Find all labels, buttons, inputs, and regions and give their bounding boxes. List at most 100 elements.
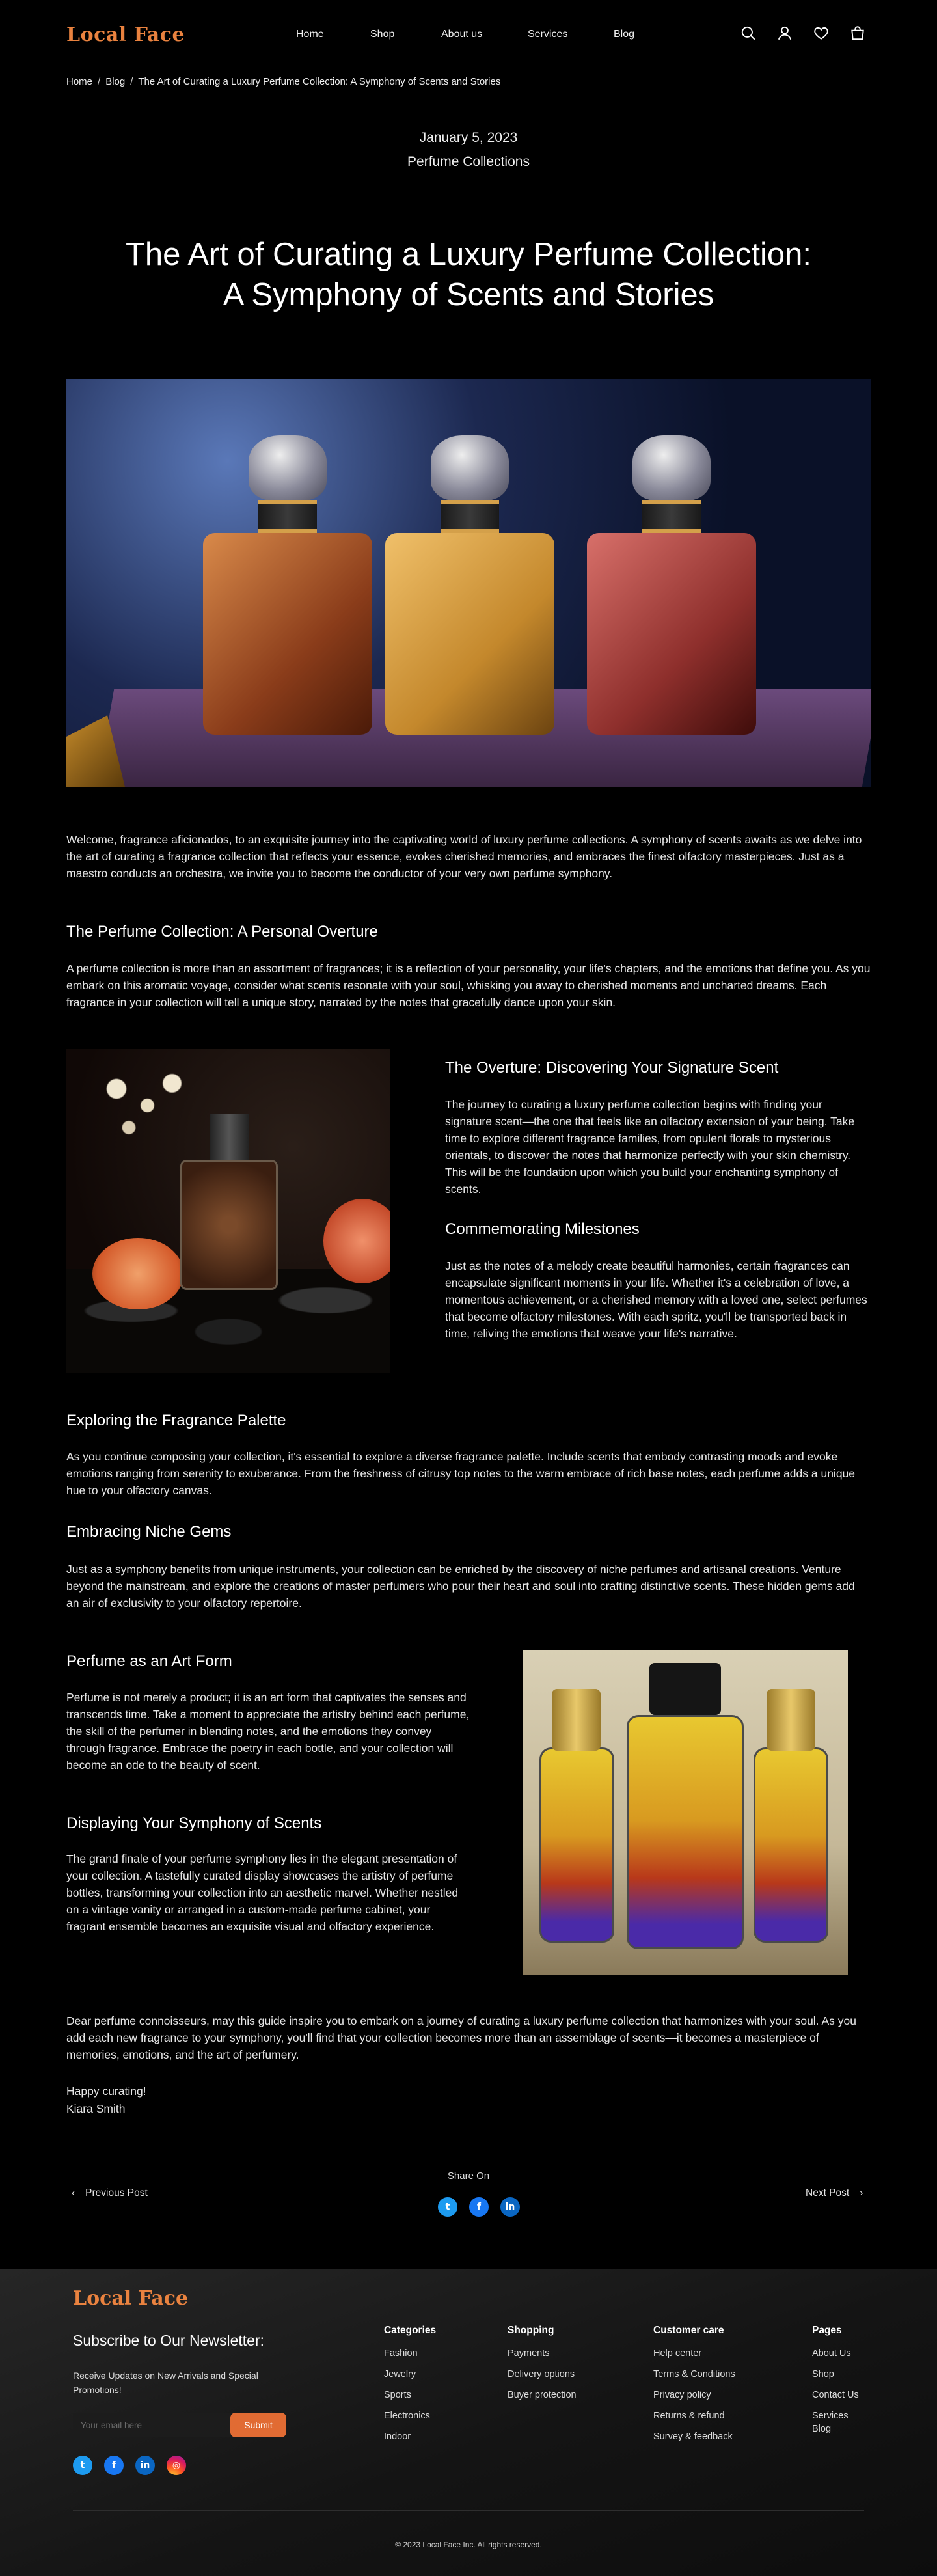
breadcrumb-blog[interactable]: Blog: [105, 76, 125, 87]
nav-shop[interactable]: Shop: [370, 29, 394, 40]
footer-col-title: Pages: [812, 2325, 842, 2336]
image-orange: [92, 1238, 183, 1309]
image-flowers: [79, 1056, 203, 1166]
image-bottle: [627, 1715, 744, 1949]
breadcrumb-separator: /: [130, 76, 133, 87]
hero-bottle-neck: [258, 500, 317, 533]
header-icons: [739, 23, 867, 43]
share-label: Share On: [447, 2171, 490, 2182]
breadcrumb-home[interactable]: Home: [66, 76, 92, 87]
linkedin-icon[interactable]: in: [135, 2456, 155, 2475]
breadcrumb: Home / Blog / The Art of Curating a Luxu…: [66, 76, 500, 87]
footer-link[interactable]: Contact Us: [812, 2385, 864, 2405]
post-signoff: Happy curating!: [66, 2085, 146, 2098]
footer-link[interactable]: Help center: [653, 2343, 735, 2364]
site-header: Local Face Home Shop About us Services B…: [0, 0, 937, 72]
footer-col-pages: Pages About Us Shop Contact Us Services …: [812, 2325, 864, 2435]
image-bottle-cap: [210, 1114, 249, 1160]
footer-logo[interactable]: Local Face: [73, 2287, 188, 2310]
heart-icon[interactable]: [812, 23, 830, 43]
post-title: The Art of Curating a Luxury Perfume Col…: [78, 234, 859, 315]
nav-about-us[interactable]: About us: [441, 29, 506, 40]
site-logo[interactable]: Local Face: [66, 23, 185, 46]
breadcrumb-current: The Art of Curating a Luxury Perfume Col…: [138, 76, 501, 87]
post-title-line2: A Symphony of Scents and Stories: [223, 277, 714, 312]
perfume-citrus-image: [66, 1049, 390, 1373]
twitter-icon[interactable]: t: [73, 2456, 92, 2475]
post-closing: Dear perfume connoisseurs, may this guid…: [66, 2014, 856, 2061]
footer-link[interactable]: Blog: [812, 2422, 864, 2435]
section-text-display: The grand finale of your perfume symphon…: [66, 1852, 459, 1933]
post-category[interactable]: Perfume Collections: [0, 154, 937, 170]
nav-blog[interactable]: Blog: [614, 29, 634, 40]
hero-bottle-cap: [249, 435, 327, 500]
footer-divider: [73, 2510, 864, 2511]
image-bottle: [539, 1747, 614, 1943]
nav-home[interactable]: Home: [296, 29, 324, 40]
footer-link[interactable]: Shop: [812, 2364, 864, 2385]
hero-bottle: [203, 533, 372, 735]
previous-post-label: Previous Post: [85, 2187, 148, 2199]
hero-bottle: [385, 533, 554, 735]
post-author: Kiara Smith: [66, 2102, 126, 2115]
footer-link[interactable]: Fashion: [384, 2343, 436, 2364]
footer-link[interactable]: Returns & refund: [653, 2405, 735, 2426]
twitter-icon[interactable]: t: [438, 2197, 457, 2217]
footer-link[interactable]: Delivery options: [508, 2364, 577, 2385]
post-title-line1: The Art of Curating a Luxury Perfume Col…: [125, 237, 811, 272]
footer-link[interactable]: Electronics: [384, 2405, 436, 2426]
search-icon[interactable]: [739, 23, 757, 43]
footer-col-customer-care: Customer care Help center Terms & Condit…: [653, 2325, 735, 2447]
footer-link[interactable]: Indoor: [384, 2426, 436, 2447]
footer-link[interactable]: Buyer protection: [508, 2385, 577, 2405]
newsletter-submit-button[interactable]: Submit: [230, 2413, 286, 2437]
image-bottle: [180, 1160, 278, 1290]
section-title-personal-overture: The Perfume Collection: A Personal Overt…: [66, 923, 378, 940]
user-icon[interactable]: [776, 23, 794, 43]
share-icons: t f in: [438, 2197, 520, 2217]
next-post-link[interactable]: Next Post ›: [806, 2187, 863, 2199]
section-title-display: Displaying Your Symphony of Scents: [66, 1815, 322, 1832]
instagram-icon[interactable]: ◎: [167, 2456, 186, 2475]
section-text-personal-overture: A perfume collection is more than an ass…: [66, 962, 871, 1009]
linkedin-icon[interactable]: in: [500, 2197, 520, 2217]
facebook-icon[interactable]: f: [469, 2197, 489, 2217]
hero-bottle-cap: [632, 435, 711, 500]
hero-bottle: [587, 533, 756, 735]
footer-link[interactable]: Sports: [384, 2385, 436, 2405]
footer-link[interactable]: Payments: [508, 2343, 577, 2364]
nav-services[interactable]: Services: [528, 29, 593, 40]
footer-link[interactable]: Terms & Conditions: [653, 2364, 735, 2385]
newsletter-description: Receive Updates on New Arrivals and Spec…: [73, 2370, 258, 2395]
section-text-milestones: Just as the notes of a melody create bea…: [445, 1259, 867, 1340]
footer-col-title: Customer care: [653, 2325, 724, 2336]
chevron-left-icon: ‹: [72, 2187, 75, 2199]
footer-copyright: © 2023 Local Face Inc. All rights reserv…: [395, 2540, 542, 2549]
section-title-art-form: Perfume as an Art Form: [66, 1652, 232, 1670]
site-footer: Local Face Subscribe to Our Newsletter: …: [0, 2269, 937, 2576]
newsletter-title: Subscribe to Our Newsletter:: [73, 2332, 265, 2349]
footer-link[interactable]: Services: [812, 2405, 864, 2422]
footer-col-shopping: Shopping Payments Delivery options Buyer…: [508, 2325, 577, 2405]
hero-image: [66, 379, 871, 787]
previous-post-link[interactable]: ‹ Previous Post: [72, 2187, 148, 2199]
hero-bottle-neck: [642, 500, 701, 533]
footer-col-title: Shopping: [508, 2325, 554, 2336]
post-date: January 5, 2023: [419, 130, 518, 145]
hero-bottle-cap: [431, 435, 509, 500]
footer-link[interactable]: Jewelry: [384, 2364, 436, 2385]
section-text-niche-gems: Just as a symphony benefits from unique …: [66, 1563, 855, 1610]
image-bottle-cap: [649, 1663, 721, 1715]
image-bottle-cap: [552, 1689, 601, 1751]
facebook-icon[interactable]: f: [104, 2456, 124, 2475]
newsletter-form: Submit: [73, 2413, 286, 2437]
section-text-signature-scent: The journey to curating a luxury perfume…: [445, 1098, 855, 1196]
section-text-art-form: Perfume is not merely a product; it is a…: [66, 1691, 470, 1772]
footer-link[interactable]: About Us: [812, 2343, 864, 2364]
newsletter-email-input[interactable]: [73, 2413, 234, 2437]
bag-icon[interactable]: [849, 23, 867, 43]
footer-link[interactable]: Privacy policy: [653, 2385, 735, 2405]
section-title-niche-gems: Embracing Niche Gems: [66, 1523, 232, 1541]
footer-link[interactable]: Survey & feedback: [653, 2426, 735, 2447]
colorful-perfume-image: [523, 1650, 848, 1975]
